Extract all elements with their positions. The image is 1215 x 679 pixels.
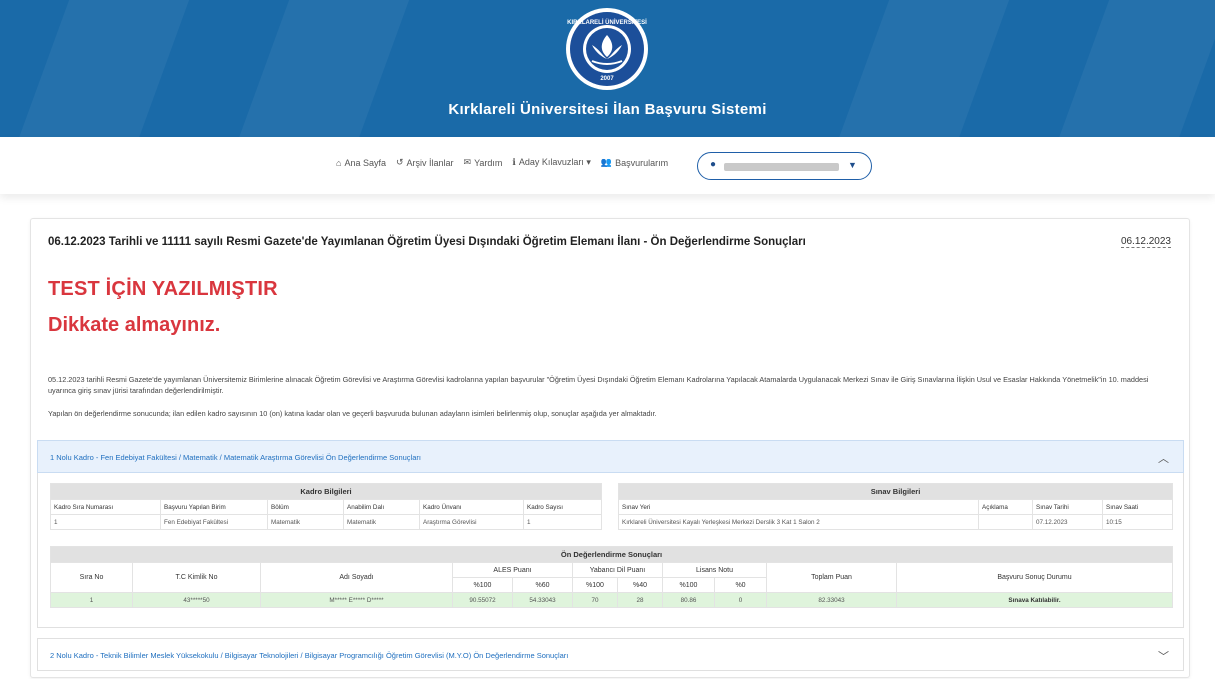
chevron-down-icon: ﹀: [1158, 651, 1169, 663]
nav-guides-dropdown[interactable]: ℹ Aday Kılavuzları ▾: [512, 157, 590, 168]
column-header: Bölüm: [267, 499, 344, 515]
announcement-paragraph: Yapılan ön değerlendirme sonucunda; ilan…: [48, 409, 657, 418]
nav-menu: ⌂ Ana Sayfa ↺ Arşiv İlanlar ✉ Yardım ℹ A…: [336, 157, 678, 168]
nav-help[interactable]: ✉ Yardım: [464, 157, 503, 168]
status-cell: Sınava Katılabilir.: [896, 592, 1173, 608]
announcement-paragraph: 05.12.2023 tarihli Resmi Gazete'de yayım…: [48, 375, 1149, 395]
table-cell: Fen Edebiyat Fakültesi: [160, 514, 268, 530]
envelope-icon: ✉: [463, 157, 472, 167]
header-banner: KIRKLARELİ ÜNİVERSİTESİ 2007 Kırklareli …: [0, 0, 1215, 137]
announcement-title: 06.12.2023 Tarihli ve 11111 sayılı Resmi…: [48, 236, 806, 248]
table-cell: 10:15: [1102, 514, 1173, 530]
column-subheader: %60: [512, 577, 573, 593]
svg-text:KIRKLARELİ ÜNİVERSİTESİ: KIRKLARELİ ÜNİVERSİTESİ: [567, 19, 647, 26]
nav-home-label: Ana Sayfa: [344, 157, 386, 168]
column-header: Toplam Puan: [766, 562, 897, 593]
accordion-kadro-1-body: Kadro Bilgileri Kadro Sıra Numarası Başv…: [37, 473, 1184, 628]
column-header: Açıklama: [978, 499, 1033, 515]
table-cell: M***** E***** D*****: [260, 592, 453, 608]
chevron-up-icon: ︿: [1158, 453, 1169, 465]
kadro-info-table: Kadro Bilgileri Kadro Sıra Numarası Başv…: [50, 483, 602, 530]
table-cell: 1: [50, 592, 133, 608]
university-logo[interactable]: KIRKLARELİ ÜNİVERSİTESİ 2007: [552, 5, 662, 93]
table-cell: Kırklareli Üniversitesi Kayalı Yerleşkes…: [618, 514, 979, 530]
svg-text:2007: 2007: [600, 76, 614, 82]
table-row: 1 Fen Edebiyat Fakültesi Matematik Matem…: [50, 514, 602, 530]
column-header: Sınav Yeri: [618, 499, 979, 515]
chevron-down-icon: ▼: [848, 160, 857, 170]
table-title: Sınav Bilgileri: [618, 483, 1173, 500]
table-cell: 1: [523, 514, 602, 530]
nav-archive[interactable]: ↺ Arşiv İlanlar: [396, 157, 454, 168]
column-header: Adı Soyadı: [260, 562, 453, 593]
table-cell: Matematik: [267, 514, 344, 530]
column-header: Kadro Sıra Numarası: [50, 499, 161, 515]
column-header: Anabilim Dalı: [343, 499, 420, 515]
column-subheader: %40: [617, 577, 663, 593]
users-icon: 👥: [600, 157, 613, 167]
accordion-kadro-1-label: 1 Nolu Kadro - Fen Edebiyat Fakültesi / …: [50, 453, 421, 462]
column-header: Kadro Sayısı: [523, 499, 602, 515]
column-header: Başvuru Yapılan Birim: [160, 499, 268, 515]
table-title: Kadro Bilgileri: [50, 483, 602, 500]
column-header: Kadro Ünvanı: [419, 499, 524, 515]
table-row: 1 43*****50 M***** E***** D***** 90.5507…: [50, 592, 1173, 608]
results-table: Ön Değerlendirme Sonuçları Sıra No T.C K…: [50, 546, 1173, 608]
column-header: Sıra No: [50, 562, 133, 593]
column-header: Sınav Saati: [1102, 499, 1173, 515]
column-subheader: %100: [662, 577, 715, 593]
table-cell: 28: [617, 592, 663, 608]
accordion-kadro-2-header[interactable]: 2 Nolu Kadro - Teknik Bilimler Meslek Yü…: [37, 638, 1184, 671]
info-icon: ℹ: [512, 157, 516, 167]
table-cell: Matematik: [343, 514, 420, 530]
accordion-kadro-2-label: 2 Nolu Kadro - Teknik Bilimler Meslek Yü…: [50, 651, 569, 660]
column-subheader: %100: [452, 577, 513, 593]
column-header: T.C Kimlik No: [132, 562, 261, 593]
exam-info-table: Sınav Bilgileri Sınav Yeri Açıklama Sına…: [618, 483, 1173, 530]
table-row: Kırklareli Üniversitesi Kayalı Yerleşkes…: [618, 514, 1173, 530]
nav-applications-label: Başvurularım: [615, 157, 669, 168]
table-cell: 43*****50: [132, 592, 261, 608]
table-cell: 80.86: [662, 592, 715, 608]
table-cell: [978, 514, 1033, 530]
announcement-date: 06.12.2023: [1120, 236, 1171, 248]
table-cell: 70: [572, 592, 618, 608]
table-cell: 1: [50, 514, 161, 530]
nav-guides-label: Aday Kılavuzları ▾: [518, 157, 591, 167]
user-menu-button[interactable]: ● ▼: [697, 152, 872, 180]
table-cell: 07.12.2023: [1032, 514, 1103, 530]
home-icon: ⌂: [336, 157, 342, 168]
nav-archive-label: Arşiv İlanlar: [406, 157, 454, 168]
table-cell: 82.33043: [766, 592, 897, 608]
column-header: Başvuru Sonuç Durumu: [896, 562, 1173, 593]
table-cell: 90.55072: [452, 592, 513, 608]
table-cell: 0: [714, 592, 767, 608]
accordion-kadro-1-header[interactable]: 1 Nolu Kadro - Fen Edebiyat Fakültesi / …: [37, 440, 1184, 473]
user-icon: ●: [710, 159, 717, 170]
column-subheader: %100: [572, 577, 618, 593]
site-title: Kırklareli Üniversitesi İlan Başvuru Sis…: [448, 101, 767, 118]
warning-subheading: Dikkate almayınız.: [48, 314, 221, 336]
table-title: Ön Değerlendirme Sonuçları: [50, 546, 1173, 563]
column-group-header: Lisans Notu: [662, 562, 767, 578]
nav-home[interactable]: ⌂ Ana Sayfa: [336, 158, 386, 168]
column-subheader: %0: [714, 577, 767, 593]
warning-heading: TEST İÇİN YAZILMIŞTIR: [48, 278, 278, 300]
announcement-card: 06.12.2023 Tarihli ve 11111 sayılı Resmi…: [30, 218, 1190, 678]
table-cell: 54.33043: [512, 592, 573, 608]
redacted-username: [724, 163, 839, 171]
column-group-header: Yabancı Dil Puanı: [572, 562, 663, 578]
history-icon: ↺: [395, 157, 404, 167]
column-header: Sınav Tarihi: [1032, 499, 1103, 515]
nav-applications[interactable]: 👥 Başvurularım: [601, 157, 668, 168]
table-cell: Araştırma Görevlisi: [419, 514, 524, 530]
column-group-header: ALES Puanı: [452, 562, 573, 578]
top-nav: ⌂ Ana Sayfa ↺ Arşiv İlanlar ✉ Yardım ℹ A…: [0, 137, 1215, 194]
nav-help-label: Yardım: [474, 157, 503, 168]
